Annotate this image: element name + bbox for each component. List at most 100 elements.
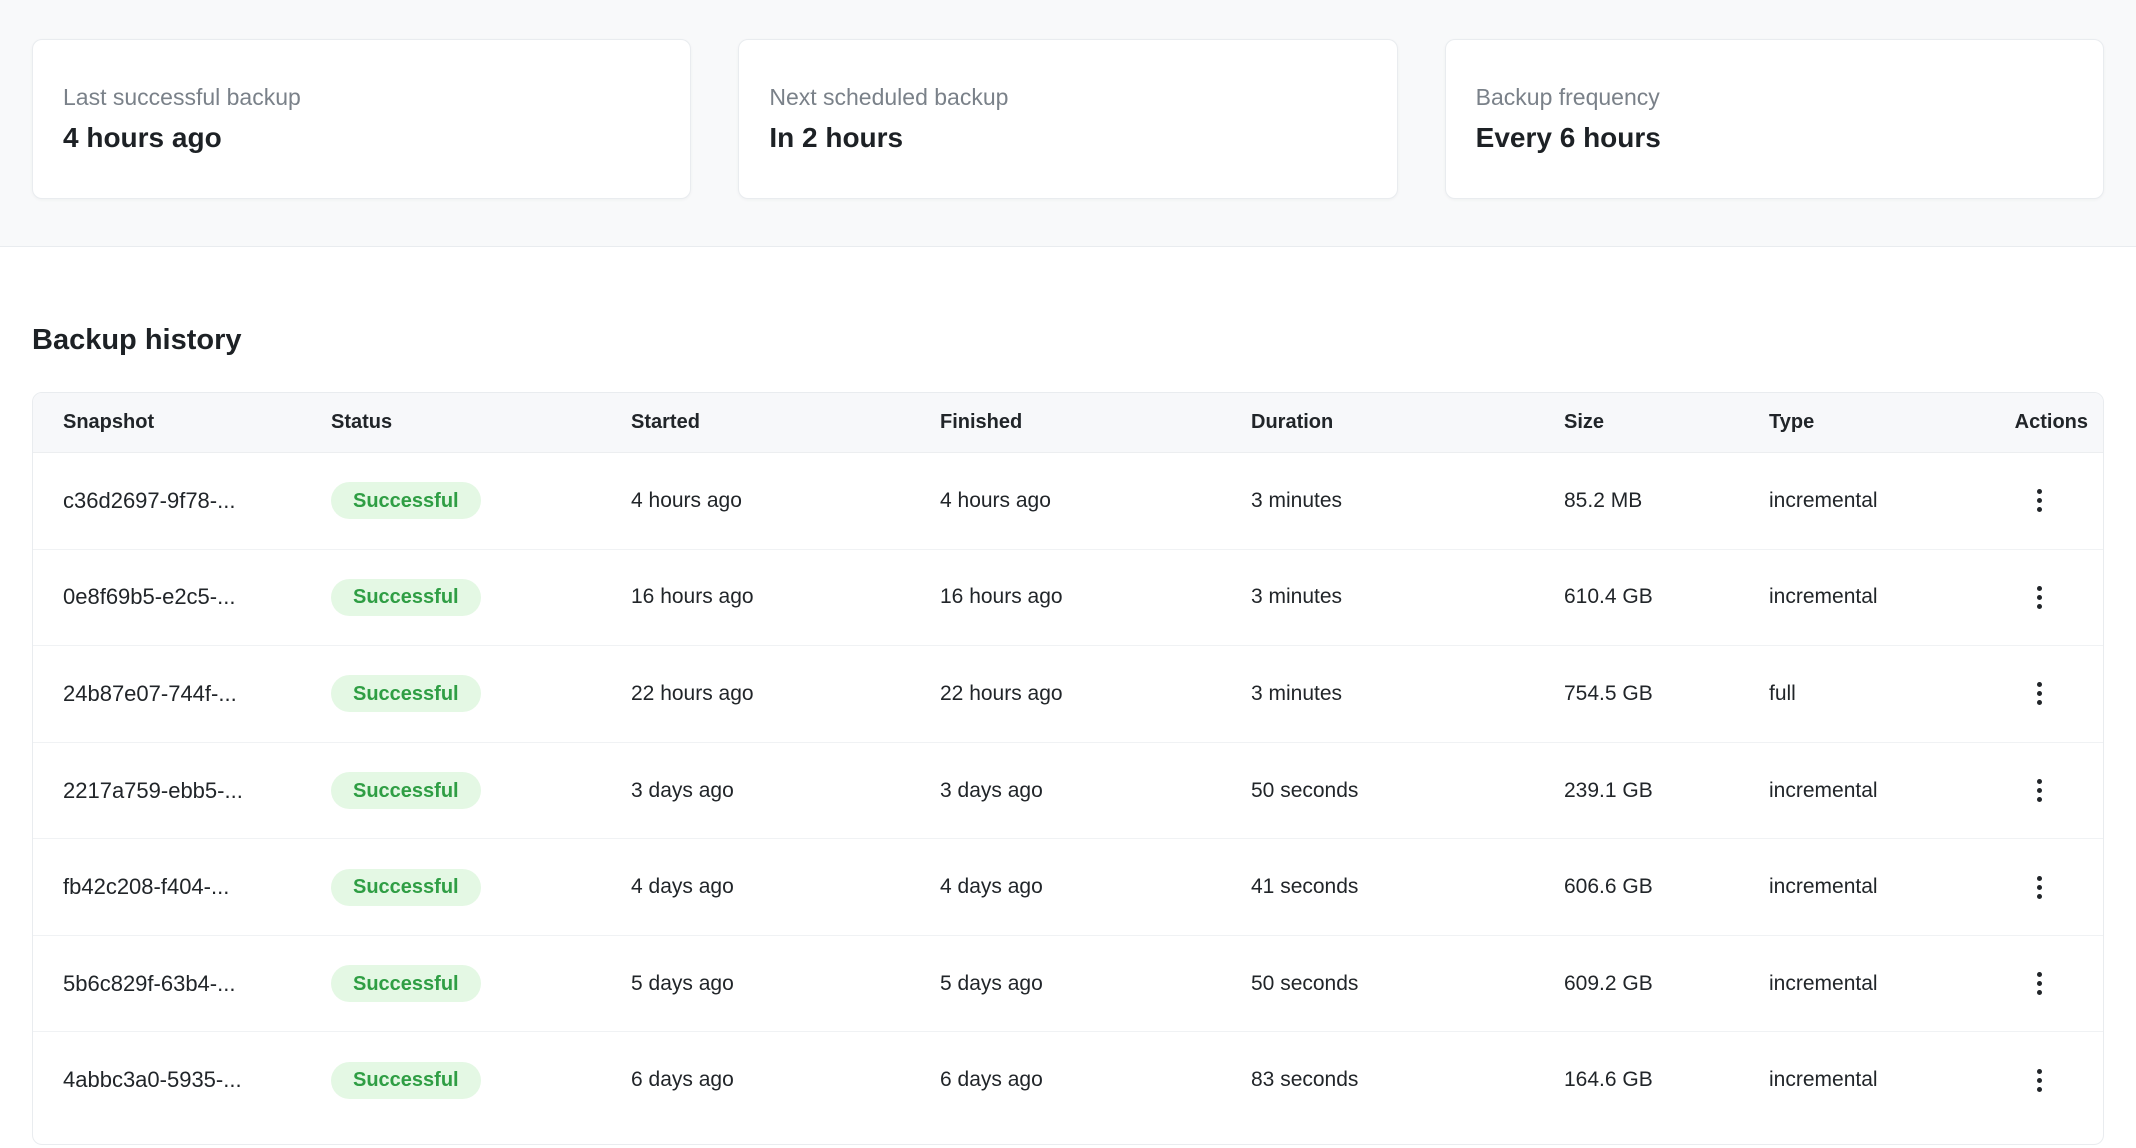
snapshot-cell: 5b6c829f-63b4-... (33, 971, 322, 997)
column-header-duration: Duration (1251, 411, 1564, 434)
table-row: c36d2697-9f78-... Successful 4 hours ago… (33, 453, 2103, 550)
duration-cell: 3 minutes (1251, 585, 1564, 609)
type-cell: incremental (1769, 1068, 1975, 1092)
snapshot-cell: 2217a759-ebb5-... (33, 778, 322, 804)
status-badge: Successful (331, 579, 481, 616)
row-actions-kebab-button[interactable] (2017, 575, 2061, 619)
column-header-started: Started (631, 411, 940, 434)
finished-cell: 16 hours ago (940, 585, 1251, 609)
status-badge: Successful (331, 1062, 481, 1099)
started-cell: 5 days ago (631, 972, 940, 996)
status-cell: Successful (322, 965, 631, 1002)
size-cell: 606.6 GB (1564, 875, 1769, 899)
size-cell: 610.4 GB (1564, 585, 1769, 609)
size-cell: 609.2 GB (1564, 972, 1769, 996)
finished-cell: 4 hours ago (940, 489, 1251, 513)
finished-cell: 5 days ago (940, 972, 1251, 996)
table-row: 5b6c829f-63b4-... Successful 5 days ago … (33, 936, 2103, 1033)
status-badge: Successful (331, 675, 481, 712)
actions-cell (1975, 672, 2103, 716)
table-header-row: Snapshot Status Started Finished Duratio… (33, 393, 2103, 453)
duration-cell: 3 minutes (1251, 682, 1564, 706)
snapshot-cell: fb42c208-f404-... (33, 874, 322, 900)
status-cell: Successful (322, 1062, 631, 1099)
status-cell: Successful (322, 869, 631, 906)
type-cell: incremental (1769, 489, 1975, 513)
status-badge: Successful (331, 482, 481, 519)
row-actions-kebab-button[interactable] (2017, 962, 2061, 1006)
backup-dashboard-page: Last successful backup 4 hours ago Next … (0, 0, 2136, 1148)
started-cell: 4 hours ago (631, 489, 940, 513)
size-cell: 164.6 GB (1564, 1068, 1769, 1092)
actions-cell (1975, 865, 2103, 909)
backup-history-section: Backup history Snapshot Status Started F… (0, 323, 2136, 1145)
backup-history-title: Backup history (32, 323, 2104, 358)
finished-cell: 6 days ago (940, 1068, 1251, 1092)
table-row: 2217a759-ebb5-... Successful 3 days ago … (33, 743, 2103, 840)
actions-cell (1975, 769, 2103, 813)
table-body: c36d2697-9f78-... Successful 4 hours ago… (33, 453, 2103, 1144)
status-badge: Successful (331, 965, 481, 1002)
actions-cell (1975, 479, 2103, 523)
column-header-snapshot: Snapshot (33, 411, 322, 434)
stat-label: Last successful backup (63, 84, 660, 112)
stat-value: In 2 hours (769, 121, 1366, 155)
type-cell: incremental (1769, 875, 1975, 899)
size-cell: 239.1 GB (1564, 779, 1769, 803)
finished-cell: 4 days ago (940, 875, 1251, 899)
started-cell: 4 days ago (631, 875, 940, 899)
kebab-menu-icon (2037, 489, 2042, 512)
stat-value: Every 6 hours (1476, 121, 2073, 155)
actions-cell (1975, 575, 2103, 619)
snapshot-cell: 0e8f69b5-e2c5-... (33, 584, 322, 610)
kebab-menu-icon (2037, 876, 2042, 899)
actions-cell (1975, 1058, 2103, 1102)
row-actions-kebab-button[interactable] (2017, 865, 2061, 909)
stat-card-last-backup: Last successful backup 4 hours ago (32, 39, 691, 199)
type-cell: incremental (1769, 972, 1975, 996)
duration-cell: 3 minutes (1251, 489, 1564, 513)
kebab-menu-icon (2037, 682, 2042, 705)
table-row: 0e8f69b5-e2c5-... Successful 16 hours ag… (33, 550, 2103, 647)
column-header-status: Status (322, 411, 631, 434)
finished-cell: 3 days ago (940, 779, 1251, 803)
status-badge: Successful (331, 869, 481, 906)
status-cell: Successful (322, 482, 631, 519)
row-actions-kebab-button[interactable] (2017, 479, 2061, 523)
started-cell: 16 hours ago (631, 585, 940, 609)
actions-cell (1975, 962, 2103, 1006)
column-header-finished: Finished (940, 411, 1251, 434)
status-cell: Successful (322, 579, 631, 616)
stat-label: Backup frequency (1476, 84, 2073, 112)
column-header-type: Type (1769, 411, 1975, 434)
kebab-menu-icon (2037, 779, 2042, 802)
snapshot-cell: 4abbc3a0-5935-... (33, 1067, 322, 1093)
duration-cell: 83 seconds (1251, 1068, 1564, 1092)
row-actions-kebab-button[interactable] (2017, 672, 2061, 716)
finished-cell: 22 hours ago (940, 682, 1251, 706)
backup-history-table: Snapshot Status Started Finished Duratio… (32, 392, 2104, 1145)
row-actions-kebab-button[interactable] (2017, 769, 2061, 813)
stat-value: 4 hours ago (63, 121, 660, 155)
table-row: 24b87e07-744f-... Successful 22 hours ag… (33, 646, 2103, 743)
table-row: fb42c208-f404-... Successful 4 days ago … (33, 839, 2103, 936)
kebab-menu-icon (2037, 1069, 2042, 1092)
snapshot-cell: 24b87e07-744f-... (33, 681, 322, 707)
type-cell: incremental (1769, 779, 1975, 803)
started-cell: 3 days ago (631, 779, 940, 803)
duration-cell: 50 seconds (1251, 972, 1564, 996)
status-badge: Successful (331, 772, 481, 809)
type-cell: full (1769, 682, 1975, 706)
row-actions-kebab-button[interactable] (2017, 1058, 2061, 1102)
size-cell: 754.5 GB (1564, 682, 1769, 706)
kebab-menu-icon (2037, 586, 2042, 609)
column-header-actions: Actions (1975, 411, 2103, 434)
status-cell: Successful (322, 675, 631, 712)
started-cell: 6 days ago (631, 1068, 940, 1092)
status-cell: Successful (322, 772, 631, 809)
type-cell: incremental (1769, 585, 1975, 609)
snapshot-cell: c36d2697-9f78-... (33, 488, 322, 514)
stats-band: Last successful backup 4 hours ago Next … (0, 0, 2136, 247)
stat-card-backup-frequency: Backup frequency Every 6 hours (1445, 39, 2104, 199)
duration-cell: 50 seconds (1251, 779, 1564, 803)
